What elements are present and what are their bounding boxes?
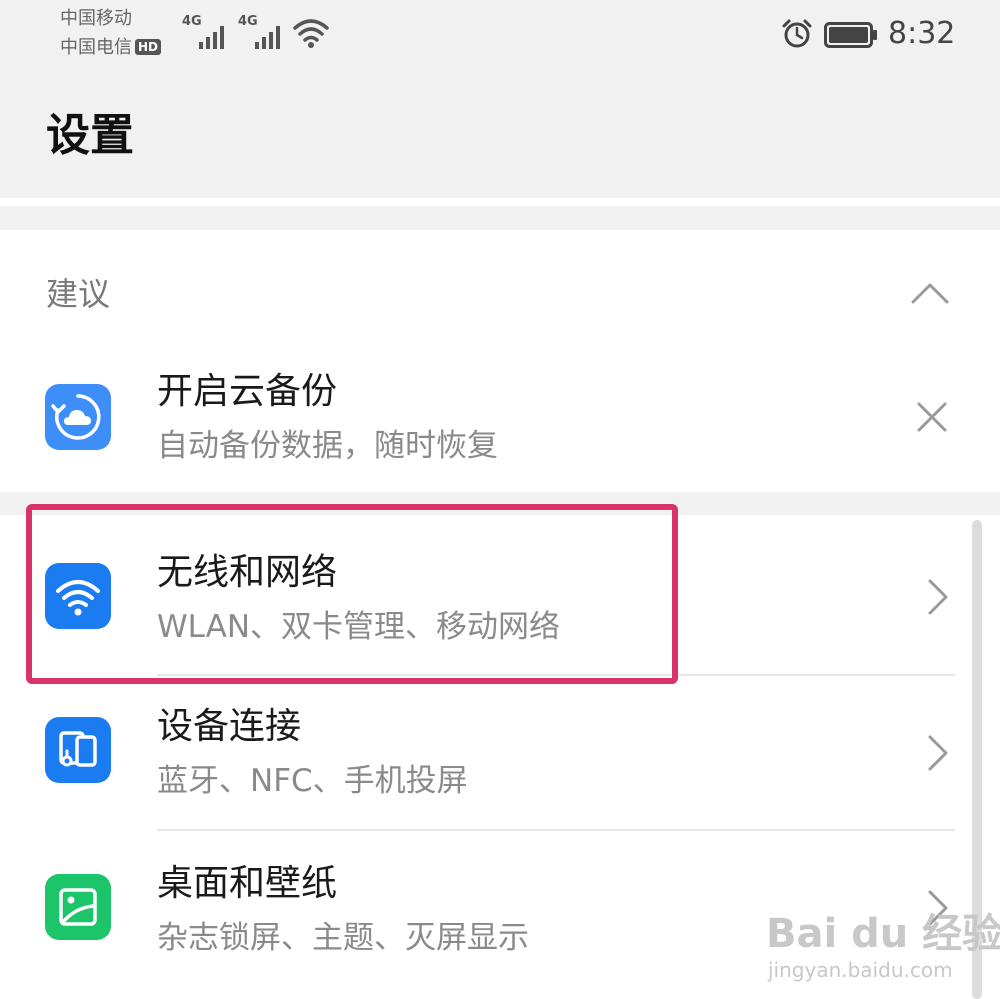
cloud-backup-icon [45, 384, 111, 450]
status-time: 8:32 [888, 16, 956, 51]
chevron-right-icon [926, 733, 950, 777]
suggestion-item-cloud-backup[interactable]: 开启云备份 自动备份数据，随时恢复 [0, 360, 1000, 480]
settings-item-subtitle: 杂志锁屏、主题、灭屏显示 [157, 920, 529, 956]
carrier-name-1: 中国移动 [60, 8, 132, 29]
collapse-icon[interactable] [910, 280, 950, 310]
carrier-name-2: 中国电信 [60, 37, 132, 58]
wallpaper-icon [45, 874, 111, 940]
carrier-name-2-row: 中国电信 HD [60, 37, 162, 59]
settings-item-title: 桌面和壁纸 [157, 863, 338, 904]
suggestion-item-title: 开启云备份 [157, 371, 338, 412]
suggestions-header: 建议 [46, 275, 111, 313]
watermark-url: jingyan.baidu.com [768, 958, 953, 982]
watermark-brand: Bai du 经验 [766, 911, 1000, 957]
suggestions-card: 建议 开启云备份 自动备份数据，随时恢复 [0, 230, 1000, 492]
header-divider [0, 198, 1000, 206]
alarm-icon [781, 18, 813, 54]
highlight-box [26, 504, 678, 684]
dismiss-icon[interactable] [915, 400, 949, 438]
hd-badge: HD [135, 39, 162, 55]
wifi-icon [292, 16, 330, 54]
suggestion-item-subtitle: 自动备份数据，随时恢复 [157, 428, 498, 464]
device-connection-icon [45, 717, 111, 783]
settings-item-subtitle: 蓝牙、NFC、手机投屏 [157, 763, 468, 799]
battery-icon [824, 22, 878, 52]
settings-item-title: 设备连接 [157, 706, 302, 747]
chevron-right-icon [926, 577, 950, 621]
settings-item-device-connection[interactable]: 设备连接 蓝牙、NFC、手机投屏 [0, 675, 960, 830]
page-title: 设置 [46, 110, 134, 161]
